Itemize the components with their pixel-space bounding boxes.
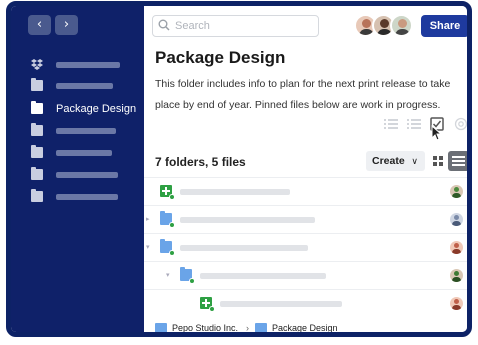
sidebar-item-placeholder bbox=[56, 128, 116, 134]
sidebar-item-folder[interactable] bbox=[31, 167, 141, 182]
list-icon bbox=[452, 156, 465, 166]
table-row[interactable] bbox=[144, 177, 467, 204]
list-view-toggle[interactable] bbox=[448, 151, 467, 171]
breadcrumb-item[interactable]: Package Design bbox=[272, 322, 338, 332]
folder-icon bbox=[31, 167, 43, 180]
sidebar-item-placeholder bbox=[56, 194, 118, 200]
share-button[interactable]: Share bbox=[421, 15, 467, 37]
list-view-icon[interactable] bbox=[384, 117, 398, 131]
row-name-placeholder bbox=[200, 273, 326, 279]
sidebar-item-folder[interactable] bbox=[31, 78, 141, 93]
expand-arrow-icon[interactable]: ▸ bbox=[146, 215, 150, 223]
main-panel: Share Package Design This folder include… bbox=[144, 6, 467, 332]
shared-folder-icon bbox=[155, 323, 167, 332]
row-name-placeholder bbox=[180, 217, 315, 223]
chevron-down-icon: ∨ bbox=[411, 156, 418, 166]
sidebar: ‹ › Package Design bbox=[11, 6, 144, 332]
search-icon bbox=[158, 19, 170, 31]
row-name-placeholder bbox=[220, 301, 342, 307]
folder-icon bbox=[31, 145, 43, 158]
avatar bbox=[450, 213, 463, 226]
shared-folder-icon bbox=[180, 267, 195, 284]
sidebar-item-placeholder bbox=[56, 62, 120, 68]
sidebar-item-home[interactable] bbox=[31, 58, 141, 72]
sidebar-item-folder[interactable] bbox=[31, 189, 141, 204]
shared-folder-icon bbox=[160, 211, 175, 228]
sidebar-item-placeholder bbox=[56, 83, 113, 89]
row-name-placeholder bbox=[180, 245, 308, 251]
grid-view-toggle[interactable] bbox=[430, 152, 446, 170]
back-button[interactable]: ‹ bbox=[28, 15, 51, 35]
folder-icon bbox=[31, 101, 43, 114]
avatar bbox=[450, 269, 463, 282]
avatar bbox=[450, 241, 463, 254]
search-input[interactable] bbox=[175, 18, 310, 34]
app-window: ‹ › Package Design Search Share Package … bbox=[6, 1, 472, 337]
row-name-placeholder bbox=[180, 189, 290, 195]
dropbox-icon bbox=[31, 59, 43, 70]
sidebar-item-placeholder bbox=[56, 172, 118, 178]
sidebar-item-label: Package Design bbox=[56, 103, 137, 115]
collapse-arrow-icon[interactable]: ▾ bbox=[166, 271, 170, 279]
cursor-pointer-icon bbox=[431, 125, 443, 141]
create-label: Create bbox=[372, 155, 405, 167]
sidebar-item-folder[interactable] bbox=[31, 123, 141, 138]
avatar bbox=[450, 185, 463, 198]
folder-icon bbox=[31, 189, 43, 202]
shared-folder-icon bbox=[255, 323, 267, 332]
table-row[interactable]: ▸ bbox=[144, 205, 467, 232]
breadcrumb-separator: › bbox=[246, 323, 249, 333]
spreadsheet-icon bbox=[200, 297, 215, 312]
sidebar-item-folder[interactable] bbox=[31, 145, 141, 160]
forward-button[interactable]: › bbox=[55, 15, 78, 35]
table-row[interactable]: ▾ bbox=[144, 261, 467, 288]
table-row[interactable] bbox=[144, 289, 467, 316]
item-count: 7 folders, 5 files bbox=[155, 155, 246, 169]
folder-icon bbox=[31, 78, 43, 91]
spreadsheet-icon bbox=[160, 185, 175, 200]
numbered-list-icon[interactable] bbox=[407, 117, 421, 131]
page-title: Package Design bbox=[155, 48, 286, 67]
create-dropdown[interactable]: Create ∨ bbox=[366, 151, 425, 171]
folder-icon bbox=[31, 123, 43, 136]
shared-folder-icon bbox=[160, 239, 175, 256]
table-row[interactable]: ▾ bbox=[144, 233, 467, 260]
pin-view-toolbar bbox=[384, 115, 468, 141]
folder-description: This folder includes info to plan for th… bbox=[155, 78, 451, 111]
sidebar-item-placeholder bbox=[56, 150, 112, 156]
search-box[interactable] bbox=[152, 15, 319, 37]
avatar[interactable] bbox=[390, 14, 413, 37]
avatar bbox=[450, 297, 463, 310]
mention-icon[interactable] bbox=[454, 117, 468, 131]
sidebar-item-package-design[interactable]: Package Design bbox=[31, 101, 141, 116]
collapse-arrow-icon[interactable]: ▾ bbox=[146, 243, 150, 251]
breadcrumb-item[interactable]: Pepo Studio Inc. bbox=[172, 322, 238, 332]
